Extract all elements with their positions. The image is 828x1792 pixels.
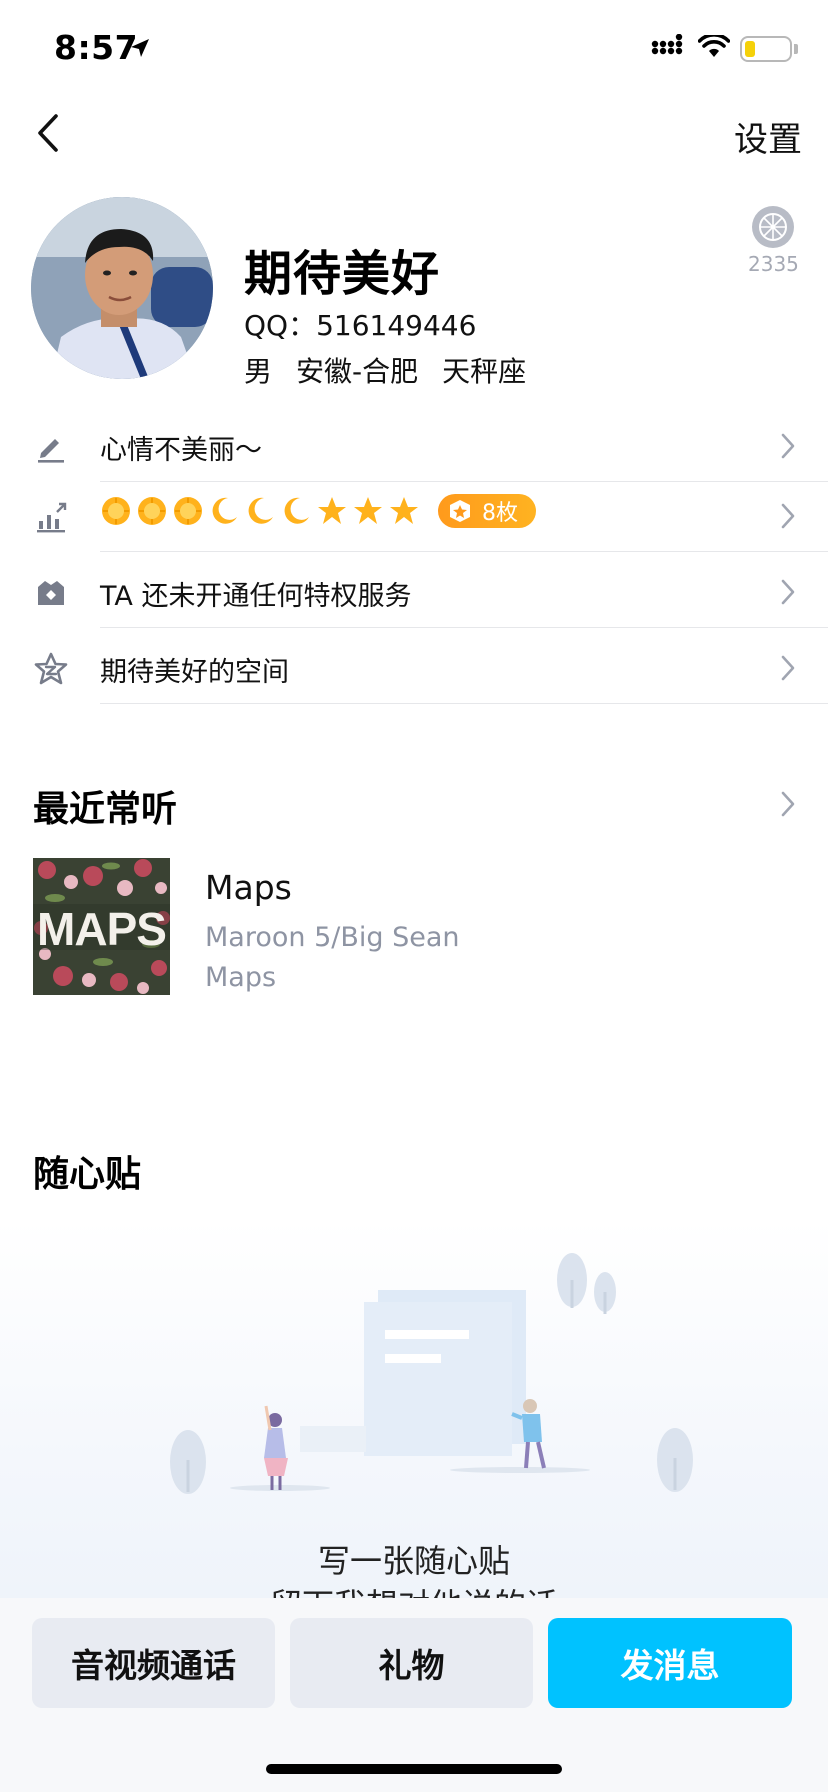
bottom-action-bar: 音视频通话 礼物 发消息	[0, 1598, 828, 1792]
moon-badge-icon	[280, 495, 312, 527]
vip-crown-icon	[34, 576, 68, 610]
like-icon[interactable]	[752, 206, 794, 248]
song-title[interactable]: Maps	[205, 868, 292, 907]
chevron-right-icon	[781, 579, 795, 605]
empty-state-title: 写一张随心贴	[317, 1542, 510, 1580]
album-art-text: MAPS	[37, 903, 166, 955]
location-arrow-icon	[131, 39, 149, 57]
chevron-right-icon[interactable]	[780, 790, 796, 818]
mood-text: 心情不美丽～	[100, 435, 262, 466]
divider	[100, 627, 828, 628]
level-badges: 8枚	[100, 494, 536, 528]
like-count: 2335	[748, 252, 799, 276]
wifi-icon	[698, 35, 730, 57]
moon-badge-icon	[244, 495, 276, 527]
avatar[interactable]	[31, 197, 213, 379]
star-badge-icon	[352, 495, 384, 527]
nickname: 期待美好	[244, 246, 441, 302]
medal-count: 8枚	[482, 501, 518, 526]
battery-cap	[794, 44, 798, 54]
song-artist: Maroon 5/Big Sean	[205, 922, 460, 953]
voice-video-call-button[interactable]: 音视频通话	[32, 1618, 275, 1708]
chevron-right-icon	[781, 503, 795, 529]
mood-row[interactable]: 心情不美丽～	[0, 408, 828, 482]
divider	[100, 551, 828, 552]
battery-icon	[740, 36, 792, 62]
status-bar: 8:57	[0, 0, 828, 100]
level-chart-icon	[34, 500, 68, 534]
home-indicator[interactable]	[266, 1764, 562, 1774]
chevron-right-icon	[781, 655, 795, 681]
medal-count-badge[interactable]: 8枚	[438, 494, 536, 528]
star-badge-icon	[316, 495, 348, 527]
qzone-row[interactable]: 期待美好的空间	[0, 630, 828, 704]
status-time: 8:57	[54, 28, 139, 67]
settings-button[interactable]: 设置	[734, 112, 802, 161]
cellular-signal-icon	[651, 34, 683, 55]
profile-info: 男安徽-合肥 天秤座	[244, 350, 550, 390]
star-badge-icon	[388, 495, 420, 527]
sticky-notes-title: 随心贴	[33, 1154, 142, 1195]
back-button[interactable]	[28, 108, 68, 158]
sun-badge-icon	[136, 495, 168, 527]
qq-number: QQ：516149446	[244, 309, 477, 342]
send-message-button[interactable]: 发消息	[548, 1618, 792, 1708]
gift-button[interactable]: 礼物	[290, 1618, 533, 1708]
qzone-star-icon	[34, 652, 68, 686]
gender: 男	[244, 355, 273, 388]
vip-row[interactable]: TA 还未开通任何特权服务	[0, 554, 828, 628]
divider	[100, 703, 828, 704]
chevron-right-icon	[781, 433, 795, 459]
empty-state-illustration	[170, 1253, 693, 1494]
qzone-text: 期待美好的空间	[100, 657, 289, 688]
zodiac: 天秤座	[442, 355, 527, 388]
recent-music-title[interactable]: 最近常听	[33, 780, 177, 832]
vip-status-text: TA 还未开通任何特权服务	[100, 581, 412, 612]
album-art[interactable]: MAPS	[33, 858, 170, 995]
medal-icon	[450, 500, 470, 522]
sun-badge-icon	[172, 495, 204, 527]
location: 安徽-合肥	[296, 355, 419, 388]
song-album: Maps	[205, 962, 277, 993]
pencil-icon	[34, 430, 68, 464]
moon-badge-icon	[208, 495, 240, 527]
sun-badge-icon	[100, 495, 132, 527]
level-row[interactable]: 8枚	[0, 478, 828, 552]
chevron-left-icon	[38, 114, 58, 152]
